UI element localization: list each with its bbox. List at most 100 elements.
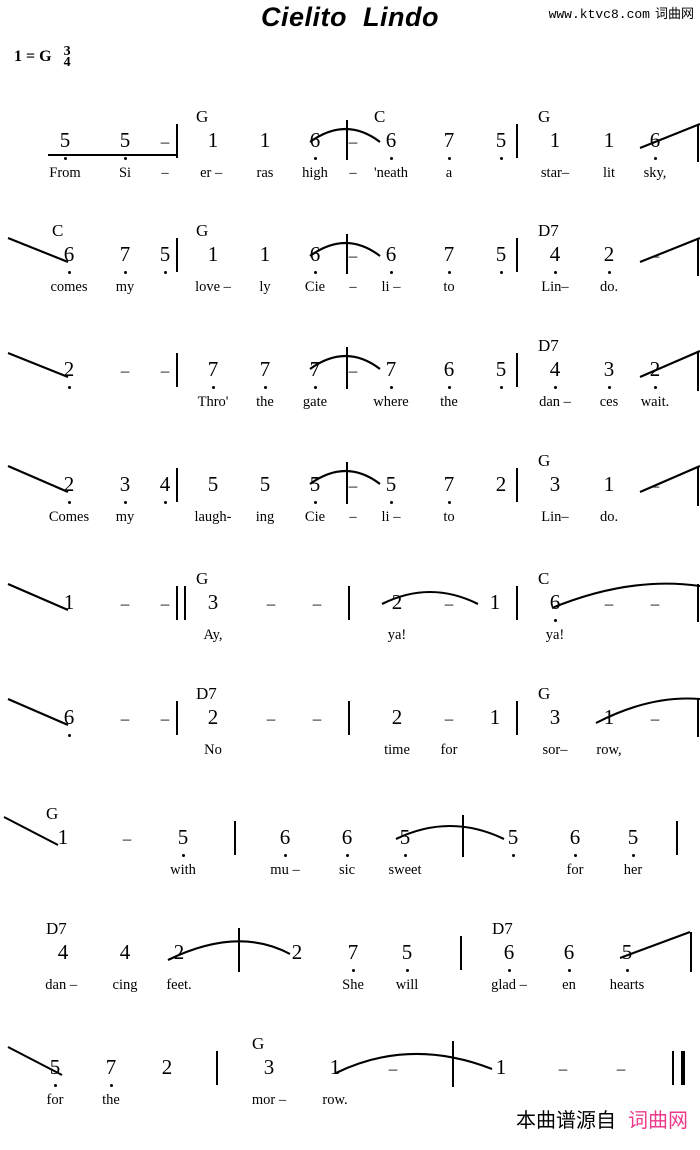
beat-tick-mark <box>462 815 464 857</box>
barline <box>348 701 350 735</box>
note-digit: 5 <box>495 357 507 381</box>
note-digit: 6 <box>569 825 581 849</box>
octave-dot-low <box>38 1081 72 1087</box>
octave-dot-low <box>336 966 370 972</box>
duration-dash: – <box>266 709 276 728</box>
duration-dash: – <box>650 476 660 495</box>
chord-symbol: G <box>538 451 551 470</box>
lyric-syllable: gate <box>302 394 328 410</box>
watermark-url: www.ktvc8.com <box>548 7 650 22</box>
beat-tick-mark <box>697 466 699 506</box>
chord-symbol: D7 <box>538 336 559 355</box>
note-digit: 5 <box>399 825 411 849</box>
note-digit: 6 <box>385 242 397 266</box>
note-digit: 5 <box>627 825 639 849</box>
note-digit: 2 <box>603 242 615 266</box>
barline <box>234 821 236 855</box>
note-digit: 7 <box>385 357 397 381</box>
octave-dot-low <box>432 383 466 389</box>
lyric-syllable: Thro' <box>197 394 229 410</box>
chord-symbol: D7 <box>538 221 559 240</box>
note-digit: 6 <box>503 940 515 964</box>
beat-tick-mark <box>690 932 692 972</box>
duration-dash: – <box>444 709 454 728</box>
octave-dot-low <box>432 498 466 504</box>
lyric-syllable: row. <box>322 1092 348 1108</box>
chord-symbol: D7 <box>196 684 217 703</box>
note-digit: 1 <box>489 590 501 614</box>
octave-dot-low <box>52 731 86 737</box>
note-digit: 6 <box>649 128 661 152</box>
octave-dot-low <box>390 966 424 972</box>
note-digit: 4 <box>159 472 171 496</box>
chord-symbol: G <box>196 221 209 240</box>
octave-dot-low <box>538 383 572 389</box>
lyric-syllable: cing <box>112 977 138 993</box>
lyric-syllable: No <box>204 742 222 758</box>
octave-dot-low <box>432 268 466 274</box>
duration-dash: – <box>160 709 170 728</box>
slur-layer <box>7 582 700 611</box>
note-digit: 5 <box>385 472 397 496</box>
duration-dash: – <box>122 829 132 848</box>
footer-credit-site: 词曲网 <box>628 1108 688 1132</box>
octave-dot-low <box>374 154 408 160</box>
octave-dot-low <box>616 851 650 857</box>
note-digit: 4 <box>57 940 69 964</box>
octave-dot-low <box>94 1081 128 1087</box>
note-digit: 2 <box>63 472 75 496</box>
note-digit: 3 <box>603 357 615 381</box>
octave-dot-low <box>298 498 332 504</box>
lyric-syllable: dan – <box>45 977 81 993</box>
note-digit: 1 <box>259 128 271 152</box>
duration-dash: – <box>312 594 322 613</box>
barline <box>460 936 462 970</box>
note-digit: 1 <box>549 128 561 152</box>
lyric-syllable: Lin– <box>541 509 569 525</box>
octave-dot-low <box>558 851 592 857</box>
octave-dot-low <box>484 383 518 389</box>
note-digit: 4 <box>119 940 131 964</box>
lyric-syllable: li – <box>381 279 401 295</box>
chord-symbol: C <box>374 107 386 126</box>
lyric-syllable: li – <box>381 509 401 525</box>
note-digit: 2 <box>391 590 403 614</box>
note-digit: 1 <box>207 128 219 152</box>
note-digit: 7 <box>309 357 321 381</box>
note-digit: 5 <box>259 472 271 496</box>
chord-symbol: G <box>196 569 209 588</box>
staff-system: 2– –7 Thro' 7 the 7 gate –7 where 6 the 5 D7 4 dan –3 c… <box>0 337 700 452</box>
octave-dot-low <box>52 498 86 504</box>
barline <box>216 1051 218 1085</box>
lyric-syllable: where <box>373 394 409 410</box>
note-digit: 3 <box>549 472 561 496</box>
octave-dot-low <box>268 851 302 857</box>
duration-dash: – <box>650 594 660 613</box>
note-digit: 3 <box>263 1055 275 1079</box>
note-digit: 6 <box>341 825 353 849</box>
note-digit: 2 <box>495 472 507 496</box>
note-digit: 1 <box>63 590 75 614</box>
chord-symbol: G <box>196 107 209 126</box>
note-digit: 5 <box>309 472 321 496</box>
octave-dot-low <box>432 154 466 160</box>
octave-dot-low <box>538 616 572 622</box>
octave-dot-low <box>108 154 142 160</box>
staff-system: C 6 comes 7 my 5 G 1 love –1 ly 6 Cie – –6 li –7 to 5 D7 4… <box>0 222 700 337</box>
note-digit: 3 <box>119 472 131 496</box>
barline <box>516 701 518 735</box>
duration-dash: – <box>388 1059 398 1078</box>
note-digit: 7 <box>119 242 131 266</box>
lyric-syllable: a <box>445 165 453 181</box>
chord-symbol: D7 <box>492 919 513 938</box>
octave-dot-low <box>166 851 200 857</box>
note-digit: 1 <box>603 128 615 152</box>
duration-dash: – <box>558 1059 568 1078</box>
chord-symbol: C <box>538 569 550 588</box>
time-signature: 3 4 <box>64 44 71 70</box>
note-digit: 6 <box>443 357 455 381</box>
duration-dash: – <box>348 132 358 151</box>
octave-dot-low <box>48 154 82 160</box>
lyric-syllable: comes <box>50 279 88 295</box>
lyric-syllable: with <box>170 862 196 878</box>
